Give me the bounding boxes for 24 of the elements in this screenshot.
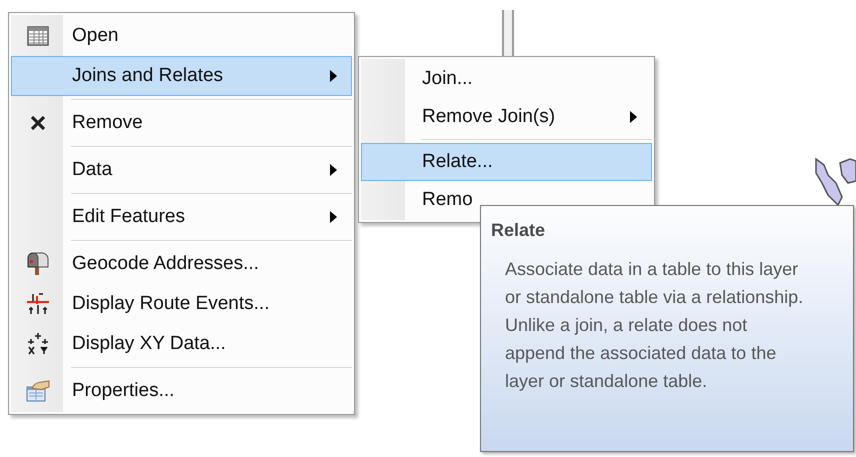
menu-item[interactable]: Display XY Data... (11, 324, 352, 364)
hand-card-icon (26, 380, 50, 402)
mailbox-icon (26, 252, 50, 276)
menu-item[interactable]: Remove Join(s) (361, 98, 652, 136)
menu-item[interactable]: Remove (11, 103, 352, 143)
submenu-arrow-icon (630, 111, 637, 123)
menu-item[interactable]: Data (11, 150, 352, 190)
menu-item[interactable]: Display Route Events... (11, 284, 352, 324)
menu-item[interactable]: Open (11, 16, 352, 56)
xy-points-icon (26, 332, 50, 356)
tooltip-description: Associate data in a table to this layer or standalone table via a relationship. Unlike a join, a relate does not append the associated data to the layer or standalone table. (505, 258, 804, 393)
menu-item[interactable]: Join... (361, 60, 652, 98)
menu-item[interactable]: Geocode Addresses... (11, 244, 352, 284)
submenu-arrow-icon (330, 211, 337, 223)
tooltip-title: Relate (491, 220, 546, 241)
submenu-arrow-icon (330, 164, 337, 176)
menu-item[interactable]: Properties... (11, 371, 352, 411)
menu-item[interactable]: Edit Features (11, 197, 352, 237)
table-icon (27, 26, 49, 46)
submenu-arrow-icon (330, 70, 337, 82)
menu-item[interactable]: Relate... (361, 143, 652, 181)
cross-icon (30, 115, 46, 131)
route-marks-icon (26, 293, 50, 315)
menu-item[interactable]: Joins and Relates (11, 56, 352, 96)
